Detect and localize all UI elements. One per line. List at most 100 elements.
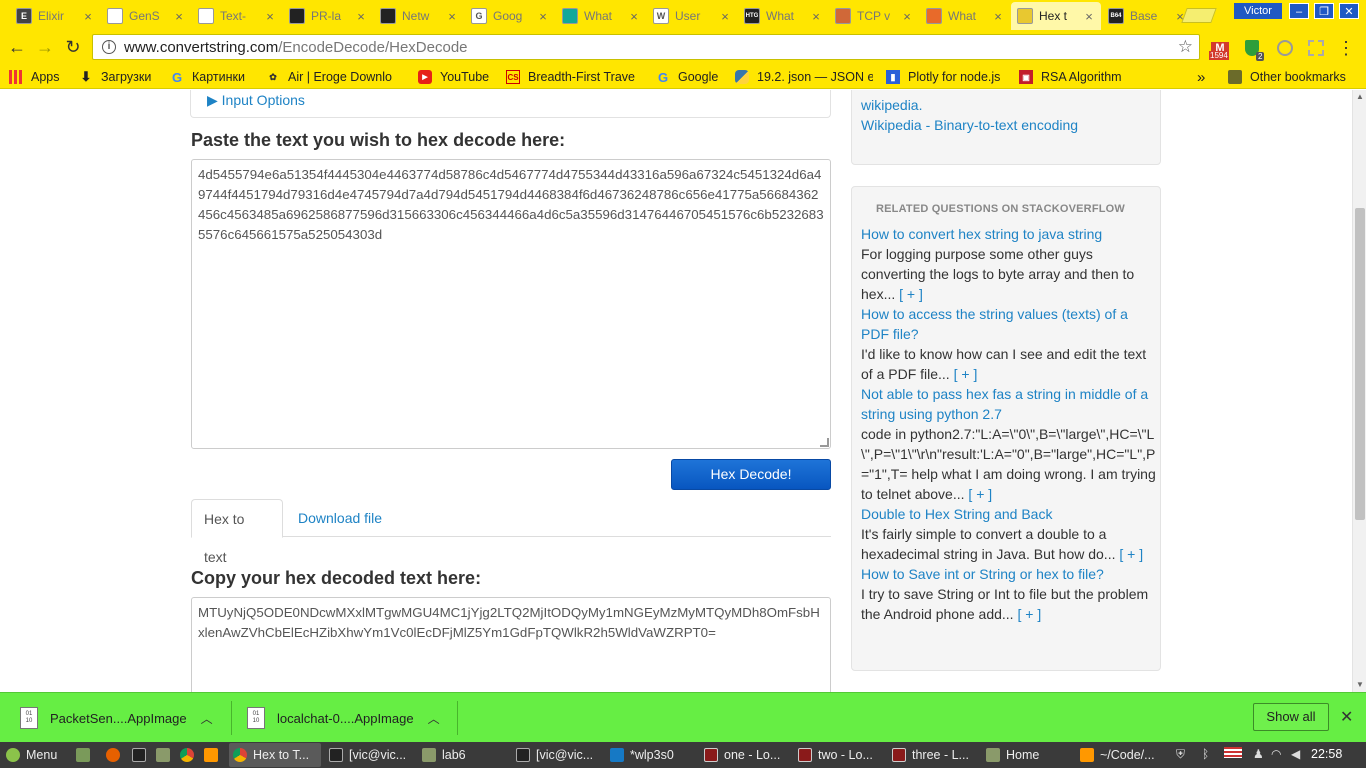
scroll-up-icon[interactable]: ▲	[1353, 90, 1366, 104]
menu-dots-icon[interactable]: ⋮	[1336, 38, 1356, 58]
shield-tray-icon[interactable]: ⛨	[1176, 747, 1185, 762]
close-tab-icon[interactable]: ×	[537, 9, 549, 24]
taskbar-window-one[interactable]: one - Lo...	[700, 743, 788, 767]
expand-button[interactable]: [ + ]	[968, 486, 992, 502]
user-icon[interactable]: ♟	[1253, 747, 1264, 761]
keyboard-layout-icon[interactable]	[1224, 747, 1242, 761]
reference-link[interactable]: wikipedia.	[861, 97, 922, 113]
bookmark-rsa[interactable]: ▣ RSA Algorithm	[1019, 68, 1122, 86]
browser-tab[interactable]: E Elixir ×	[10, 2, 100, 30]
close-tab-icon[interactable]: ×	[992, 9, 1004, 24]
taskbar-window-chrome[interactable]: Hex to T...	[229, 743, 321, 767]
bookmark-apps[interactable]: Apps	[9, 68, 60, 86]
circle-extension-icon[interactable]	[1275, 38, 1295, 58]
close-tab-icon[interactable]: ×	[446, 9, 458, 24]
question-link[interactable]: Double to Hex String and Back	[861, 504, 1157, 524]
bluetooth-icon[interactable]: ᛒ	[1202, 747, 1209, 761]
other-bookmarks[interactable]: Other bookmarks	[1228, 68, 1346, 86]
resize-handle-icon[interactable]	[820, 438, 829, 447]
start-menu-button[interactable]: Menu	[2, 743, 68, 767]
question-link[interactable]: How to Save int or String or hex to file…	[861, 564, 1157, 584]
expand-button[interactable]: [ + ]	[899, 286, 923, 302]
download-item[interactable]: 01 10 localchat-0....AppImage ︿	[247, 703, 440, 733]
download-item[interactable]: 01 10 PacketSen....AppImage ︿	[20, 703, 213, 733]
forward-arrow-icon[interactable]: →	[34, 36, 56, 58]
close-tab-icon[interactable]: ×	[628, 9, 640, 24]
taskbar-window-lab6[interactable]: lab6	[418, 743, 506, 767]
hex-output-textarea[interactable]: MTUyNjQ5ODE0NDcwMXxlMTgwMGU4MC1jYjg2LTQ2…	[191, 597, 831, 692]
chevron-up-icon[interactable]: ︿	[428, 710, 440, 727]
bookmark-star-icon[interactable]: ☆	[1178, 37, 1193, 57]
expand-button[interactable]: [ + ]	[1119, 546, 1143, 562]
browser-tab[interactable]: G Goog ×	[465, 2, 555, 30]
taskbar-window-two[interactable]: two - Lo...	[794, 743, 882, 767]
browser-tab[interactable]: GenS ×	[101, 2, 191, 30]
browser-tab[interactable]: HTG What ×	[738, 2, 828, 30]
clock[interactable]: 22:58	[1311, 747, 1342, 761]
profile-button[interactable]: Victor	[1234, 3, 1282, 19]
show-all-button[interactable]: Show all	[1253, 703, 1329, 731]
expand-button[interactable]: [ + ]	[954, 366, 978, 382]
page-scrollbar[interactable]: ▲ ▼	[1352, 90, 1366, 692]
close-tab-icon[interactable]: ×	[355, 9, 367, 24]
close-tab-icon[interactable]: ×	[264, 9, 276, 24]
browser-tab[interactable]: TCP v ×	[829, 2, 919, 30]
browser-tab[interactable]: What ×	[556, 2, 646, 30]
taskbar-window-code[interactable]: ~/Code/...	[1076, 743, 1164, 767]
browser-tab[interactable]: Hex t ×	[1011, 2, 1101, 30]
close-window-button[interactable]: ✕	[1339, 3, 1359, 19]
expand-button[interactable]: [ + ]	[1017, 606, 1041, 622]
bookmarks-overflow-button[interactable]: »	[1197, 68, 1205, 86]
launcher-sublime[interactable]	[200, 743, 224, 767]
new-tab-button[interactable]	[1181, 8, 1217, 23]
close-tab-icon[interactable]: ×	[810, 9, 822, 24]
browser-tab[interactable]: What ×	[920, 2, 1010, 30]
browser-tab[interactable]: PR-la ×	[283, 2, 373, 30]
input-options-toggle[interactable]: ▶ Input Options	[207, 92, 305, 109]
close-tab-icon[interactable]: ×	[82, 9, 94, 24]
url-text[interactable]: www.convertstring.com/EncodeDecode/HexDe…	[124, 39, 1178, 56]
info-icon[interactable]: i	[102, 40, 116, 54]
question-link[interactable]: How to convert hex string to java string	[861, 224, 1157, 244]
bookmark-images[interactable]: G Картинки	[170, 68, 245, 86]
reference-link[interactable]: Wikipedia - Binary-to-text encoding	[861, 117, 1078, 133]
hex-input-textarea[interactable]: 4d5455794e6a51354f4445304e4463774d58786c…	[191, 159, 831, 449]
browser-tab[interactable]: W User ×	[647, 2, 737, 30]
launcher-terminal[interactable]	[128, 743, 152, 767]
wifi-icon[interactable]: ◠	[1271, 747, 1281, 761]
chevron-up-icon[interactable]: ︿	[201, 710, 213, 727]
taskbar-window-three[interactable]: three - L...	[888, 743, 976, 767]
tab-download-file[interactable]: Download file	[286, 499, 394, 537]
launcher-firefox[interactable]	[102, 743, 126, 767]
launcher-files[interactable]	[72, 743, 96, 767]
close-tab-icon[interactable]: ×	[1083, 9, 1095, 24]
scroll-down-icon[interactable]: ▼	[1353, 678, 1366, 692]
hex-decode-button[interactable]: Hex Decode!	[671, 459, 831, 490]
grid-extension-icon[interactable]	[1306, 38, 1326, 58]
launcher-folder[interactable]	[152, 743, 176, 767]
bookmark-air[interactable]: ✿ Air | Eroge Downlo	[266, 68, 406, 86]
taskbar-window-wireshark[interactable]: *wlp3s0	[606, 743, 694, 767]
question-link[interactable]: How to access the string values (texts) …	[861, 304, 1157, 344]
taskbar-window-terminal[interactable]: [vic@vic...	[325, 743, 413, 767]
close-tab-icon[interactable]: ×	[719, 9, 731, 24]
reload-icon[interactable]: ↻	[62, 36, 84, 58]
scrollbar-thumb[interactable]	[1355, 208, 1365, 520]
close-tab-icon[interactable]: ×	[901, 9, 913, 24]
close-tab-icon[interactable]: ×	[173, 9, 185, 24]
browser-tab[interactable]: Text- ×	[192, 2, 282, 30]
volume-icon[interactable]: ◀	[1291, 747, 1300, 761]
bookmark-plotly[interactable]: ▮ Plotly for node.js	[886, 68, 1000, 86]
taskbar-window-home[interactable]: Home	[982, 743, 1070, 767]
bookmark-youtube[interactable]: ▶ YouTube	[418, 68, 489, 86]
question-link[interactable]: Not able to pass hex fas a string in mid…	[861, 384, 1157, 424]
bookmark-downloads[interactable]: ⬇ Загрузки	[79, 68, 152, 86]
restore-button[interactable]: ❐	[1314, 3, 1334, 19]
close-icon[interactable]: ✕	[1340, 707, 1353, 727]
back-arrow-icon[interactable]: ←	[6, 36, 28, 58]
browser-tab[interactable]: Netw ×	[374, 2, 464, 30]
address-bar[interactable]: i www.convertstring.com/EncodeDecode/Hex…	[92, 34, 1200, 60]
bookmark-breadth-first[interactable]: CS Breadth-First Trave	[506, 68, 644, 86]
tab-hex-to-text[interactable]: Hex to text	[191, 499, 283, 565]
bookmark-python-json[interactable]: 19.2. json — JSON e	[735, 68, 873, 86]
